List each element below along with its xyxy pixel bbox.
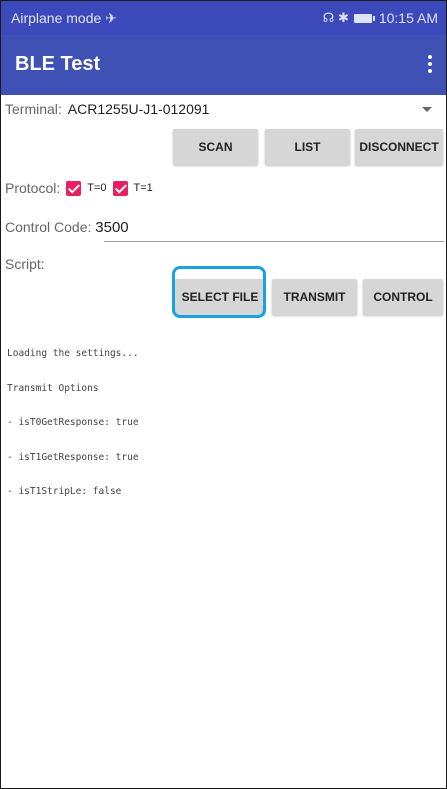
control-code-underline	[104, 241, 444, 242]
terminal-spinner[interactable]: Terminal: ACR1255U-J1-012091	[5, 101, 442, 121]
protocol-row: Protocol: T=0 T=1	[5, 178, 153, 198]
log-line: - isT1GetResponse: true	[7, 451, 139, 463]
t0-label: T=0	[87, 182, 107, 194]
battery-icon	[353, 13, 375, 23]
terminal-value: ACR1255U-J1-012091	[67, 101, 210, 117]
control-button[interactable]: CONTROL	[363, 279, 443, 315]
status-bar-right: ☊ ✱ 10:15 AM	[323, 10, 438, 26]
protocol-label: Protocol:	[5, 180, 61, 196]
control-code-row: Control Code: 3500	[5, 219, 442, 241]
log-line: Transmit Options	[7, 382, 99, 394]
clock-text: 10:15 AM	[378, 10, 438, 26]
disconnect-button[interactable]: DISCONNECT	[355, 129, 443, 165]
status-bar: Airplane mode ✈ ☊ ✱ 10:15 AM	[1, 1, 446, 35]
list-button[interactable]: LIST	[265, 129, 350, 165]
terminal-label: Terminal:	[5, 101, 62, 117]
app-screen: Airplane mode ✈ ☊ ✱ 10:15 AM BLE Test Te…	[0, 0, 447, 789]
vibrate-bluetooth-icons: ☊ ✱	[322, 10, 349, 25]
dropdown-arrow-icon[interactable]	[422, 107, 432, 112]
control-code-input[interactable]: 3500	[95, 219, 128, 236]
overflow-menu-icon[interactable]	[428, 55, 432, 75]
scan-button[interactable]: SCAN	[173, 129, 258, 165]
log-line: - isT1StripLe: false	[7, 486, 122, 497]
log-line: - isT0GetResponse: true	[7, 417, 139, 428]
t1-label: T=1	[133, 182, 153, 194]
select-file-highlight	[172, 266, 266, 318]
control-code-label: Control Code:	[5, 219, 92, 235]
app-title: BLE Test	[15, 53, 101, 75]
log-line: Loading the settings...	[7, 348, 139, 359]
log-output: Loading the settings... Transmit Options…	[7, 325, 139, 521]
t1-checkbox[interactable]	[112, 180, 128, 196]
t0-checkbox[interactable]	[66, 180, 82, 196]
app-bar: BLE Test	[1, 35, 446, 95]
transmit-button[interactable]: TRANSMIT	[272, 279, 357, 315]
script-label: Script:	[5, 256, 45, 272]
airplane-mode-text: Airplane mode ✈	[11, 10, 117, 26]
